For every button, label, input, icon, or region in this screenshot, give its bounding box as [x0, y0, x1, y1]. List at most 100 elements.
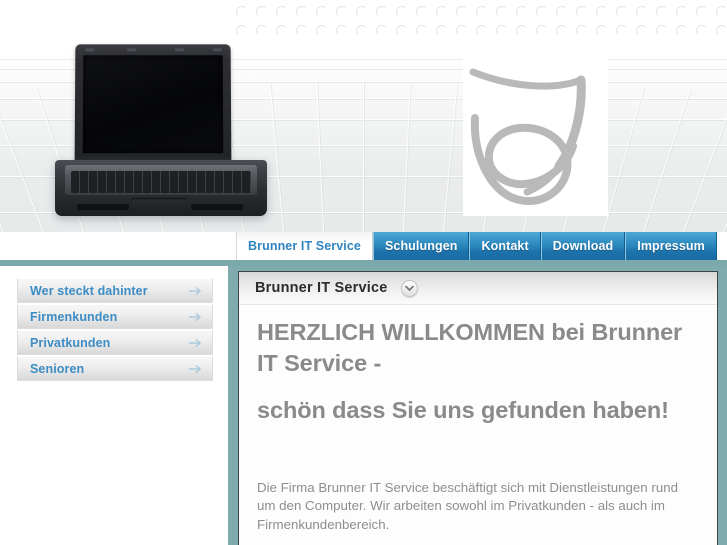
content-frame: Brunner IT Service HERZLICH WILLKOMMEN b…	[228, 262, 727, 545]
laptop-screen	[82, 55, 224, 154]
arc-dot	[416, 25, 427, 36]
nav-tab-impressum[interactable]: Impressum	[625, 232, 717, 260]
grid-line	[0, 91, 44, 232]
nav-tab-label: Kontakt	[481, 239, 529, 253]
arc-dot	[316, 6, 327, 17]
arc-dot	[356, 6, 367, 17]
arc-dot	[236, 25, 247, 36]
nav-underbar	[0, 260, 727, 266]
arrow-right-icon	[188, 285, 203, 296]
arc-dot	[696, 6, 707, 17]
arc-dot	[676, 6, 687, 17]
lid-detail	[174, 48, 184, 52]
grid-line	[403, 82, 411, 232]
intro-paragraph: Die Firma Brunner IT Service beschäftigt…	[257, 480, 679, 532]
arc-dot	[496, 25, 507, 36]
nav-tab-schulungen[interactable]: Schulungen	[372, 232, 470, 260]
chevron-down-icon[interactable]	[400, 279, 418, 297]
sidebar-item-privatkunden[interactable]: Privatkunden	[17, 330, 213, 355]
arc-dot	[616, 25, 627, 36]
arc-dot	[716, 6, 727, 17]
page-title: Brunner IT Service	[255, 280, 388, 296]
arc-dot	[296, 6, 307, 17]
nav-tab-kontakt[interactable]: Kontakt	[469, 232, 541, 260]
arc-dot	[516, 6, 527, 17]
grid-line	[603, 87, 645, 232]
arc-dot	[656, 25, 667, 36]
body-area: Wer steckt dahinter Firmenkunden Privatk…	[0, 260, 727, 545]
laptop-vent	[77, 204, 129, 210]
arrow-right-icon	[188, 337, 203, 348]
arc-dot	[576, 6, 587, 17]
arrow-right-icon	[188, 311, 203, 322]
dot-arc-pattern	[236, 4, 727, 46]
arc-dot	[636, 6, 647, 17]
grid-line	[443, 82, 458, 232]
content-panel: Brunner IT Service HERZLICH WILLKOMMEN b…	[238, 271, 718, 545]
welcome-headline-secondary: schön dass Sie uns gefunden haben!	[257, 397, 669, 424]
arc-dot	[336, 6, 347, 17]
arc-dot	[436, 6, 447, 17]
grid-line	[643, 89, 691, 232]
arc-dot	[436, 25, 447, 36]
sidebar-navigation: Wer steckt dahinter Firmenkunden Privatk…	[17, 278, 213, 382]
arc-dot	[236, 6, 247, 17]
arc-dot	[656, 6, 667, 17]
arc-dot	[376, 6, 387, 17]
arc-dot	[556, 6, 567, 17]
arc-dot	[356, 25, 367, 36]
arc-dot	[696, 25, 707, 36]
sidebar-item-wer-steckt-dahinter[interactable]: Wer steckt dahinter	[17, 278, 213, 303]
laptop-keyboard-plate	[65, 165, 257, 195]
arc-dot	[476, 25, 487, 36]
arc-dot	[576, 25, 587, 36]
arc-dot	[456, 25, 467, 36]
nav-tab-label: Brunner IT Service	[248, 239, 361, 253]
sidebar-item-senioren[interactable]: Senioren	[17, 356, 213, 381]
arc-dot	[676, 25, 687, 36]
laptop-vent	[191, 204, 243, 210]
arc-dot	[716, 25, 727, 36]
arc-dot	[636, 25, 647, 36]
sidebar-item-label: Senioren	[30, 361, 85, 376]
arc-dot	[396, 25, 407, 36]
brand-logo	[463, 58, 608, 216]
grid-line	[363, 82, 364, 232]
arc-dot	[616, 6, 627, 17]
welcome-headline-primary: HERZLICH WILLKOMMEN bei Brunner IT Servi…	[257, 319, 683, 377]
arc-dot	[296, 25, 307, 36]
arrow-right-icon	[188, 363, 203, 374]
sidebar-item-label: Firmenkunden	[30, 309, 118, 324]
arc-row	[236, 25, 727, 43]
nav-tab-label: Download	[552, 239, 614, 253]
laptop-image	[55, 44, 267, 216]
header-banner	[0, 0, 727, 232]
laptop-lid	[74, 44, 232, 167]
nav-tab-label: Schulungen	[384, 239, 458, 253]
laptop-base	[55, 160, 267, 216]
main-navigation: Brunner IT Service Schulungen Kontakt Do…	[236, 232, 717, 260]
arc-dot	[536, 25, 547, 36]
arc-dot	[336, 25, 347, 36]
arc-dot	[496, 6, 507, 17]
sidebar-item-label: Wer steckt dahinter	[30, 283, 148, 298]
arc-dot	[396, 6, 407, 17]
arc-dot	[556, 25, 567, 36]
lid-detail	[127, 48, 137, 52]
arc-dot	[456, 6, 467, 17]
nav-tab-label: Impressum	[637, 239, 705, 253]
nav-tab-download[interactable]: Download	[540, 232, 626, 260]
grid-line	[683, 91, 727, 232]
content-panel-header: Brunner IT Service	[239, 272, 717, 305]
nav-tab-brunner-it-service[interactable]: Brunner IT Service	[236, 232, 373, 260]
laptop-keys	[71, 171, 251, 193]
arc-dot	[376, 25, 387, 36]
page-root: Brunner IT Service Schulungen Kontakt Do…	[0, 0, 727, 545]
arc-dot	[476, 6, 487, 17]
arc-dot	[276, 6, 287, 17]
arc-dot	[256, 6, 267, 17]
sidebar-item-label: Privatkunden	[30, 335, 111, 350]
arc-dot	[596, 25, 607, 36]
arc-dot	[596, 6, 607, 17]
sidebar-item-firmenkunden[interactable]: Firmenkunden	[17, 304, 213, 329]
